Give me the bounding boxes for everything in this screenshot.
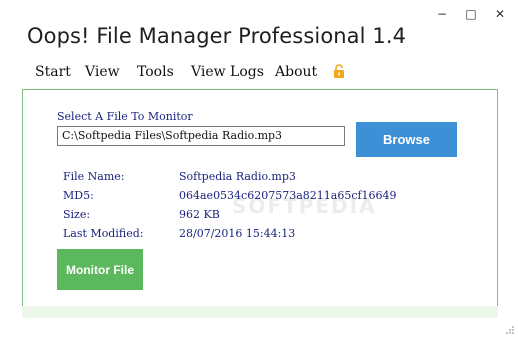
- file-name-value: Softpedia Radio.mp3: [179, 170, 296, 183]
- size-label: Size:: [63, 208, 91, 221]
- browse-button[interactable]: Browse: [356, 122, 457, 157]
- maximize-button[interactable]: □: [459, 6, 483, 22]
- menu-item-view-logs[interactable]: View Logs: [191, 64, 264, 80]
- menu-item-start[interactable]: Start: [35, 64, 71, 80]
- md5-label: MD5:: [63, 189, 94, 202]
- minimize-button[interactable]: −: [430, 6, 454, 22]
- menu-item-about[interactable]: About: [275, 64, 317, 80]
- md5-value: 064ae0534c6207573a8211a65cf16649: [179, 189, 397, 202]
- select-file-label: Select A File To Monitor: [57, 110, 193, 123]
- monitor-file-button[interactable]: Monitor File: [57, 249, 143, 290]
- last-modified-value: 28/07/2016 15:44:13: [179, 227, 296, 240]
- menu-item-view[interactable]: View: [85, 64, 120, 80]
- lock-icon[interactable]: [333, 64, 345, 78]
- file-name-label: File Name:: [63, 170, 125, 183]
- menu-item-tools[interactable]: Tools: [137, 64, 174, 80]
- file-path-input[interactable]: C:\Softpedia Files\Softpedia Radio.mp3: [57, 126, 345, 146]
- resize-grip-icon[interactable]: [505, 325, 515, 335]
- last-modified-label: Last Modified:: [63, 227, 144, 240]
- app-title: Oops! File Manager Professional 1.4: [27, 24, 407, 48]
- panel-footer-strip: [22, 306, 498, 318]
- close-button[interactable]: ✕: [488, 6, 512, 22]
- size-value: 962 KB: [179, 208, 220, 221]
